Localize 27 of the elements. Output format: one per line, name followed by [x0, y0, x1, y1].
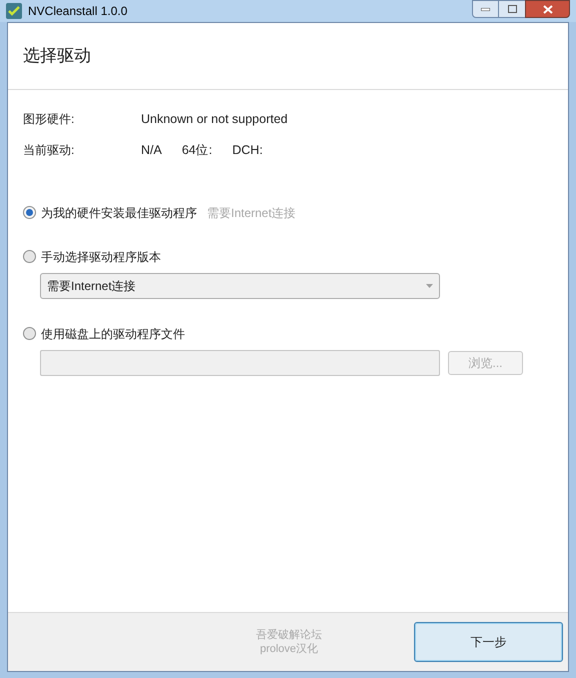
page-title: 选择驱动 — [23, 45, 91, 68]
info-value: 64位: — [182, 142, 212, 159]
info-label: 当前驱动: — [23, 142, 76, 160]
info-value: N/A — [141, 142, 162, 159]
option-label[interactable]: 手动选择驱动程序版本 — [41, 248, 161, 266]
radio-button[interactable] — [23, 206, 36, 219]
option-label[interactable]: 使用磁盘上的驱动程序文件 — [41, 324, 185, 342]
driver-version-dropdown[interactable]: 需要Internet连接 — [40, 272, 440, 298]
credit-text: prolove汉化 — [260, 642, 318, 656]
minimize-button[interactable] — [472, 0, 499, 18]
next-button[interactable]: 下一步 — [414, 622, 563, 662]
credit-text: 吾爱破解论坛 — [256, 628, 322, 642]
close-button[interactable] — [525, 0, 570, 18]
info-label: 图形硬件: — [23, 111, 76, 128]
radio-button[interactable] — [23, 250, 36, 263]
radio-button[interactable] — [23, 327, 36, 340]
info-value: DCH: — [232, 142, 263, 159]
maximize-button[interactable] — [499, 0, 525, 18]
info-value: Unknown or not supported — [141, 111, 288, 128]
app-check-icon — [6, 3, 22, 19]
minimize-icon — [481, 8, 490, 10]
window-title: NVCleanstall 1.0.0 — [28, 3, 128, 20]
option-label[interactable]: 为我的硬件安装最佳驱动程序 — [41, 204, 197, 222]
caret-icon — [426, 284, 433, 288]
option-hint: 需要Internet连接 — [207, 204, 296, 222]
close-icon — [542, 4, 552, 14]
maximize-icon — [508, 5, 516, 13]
